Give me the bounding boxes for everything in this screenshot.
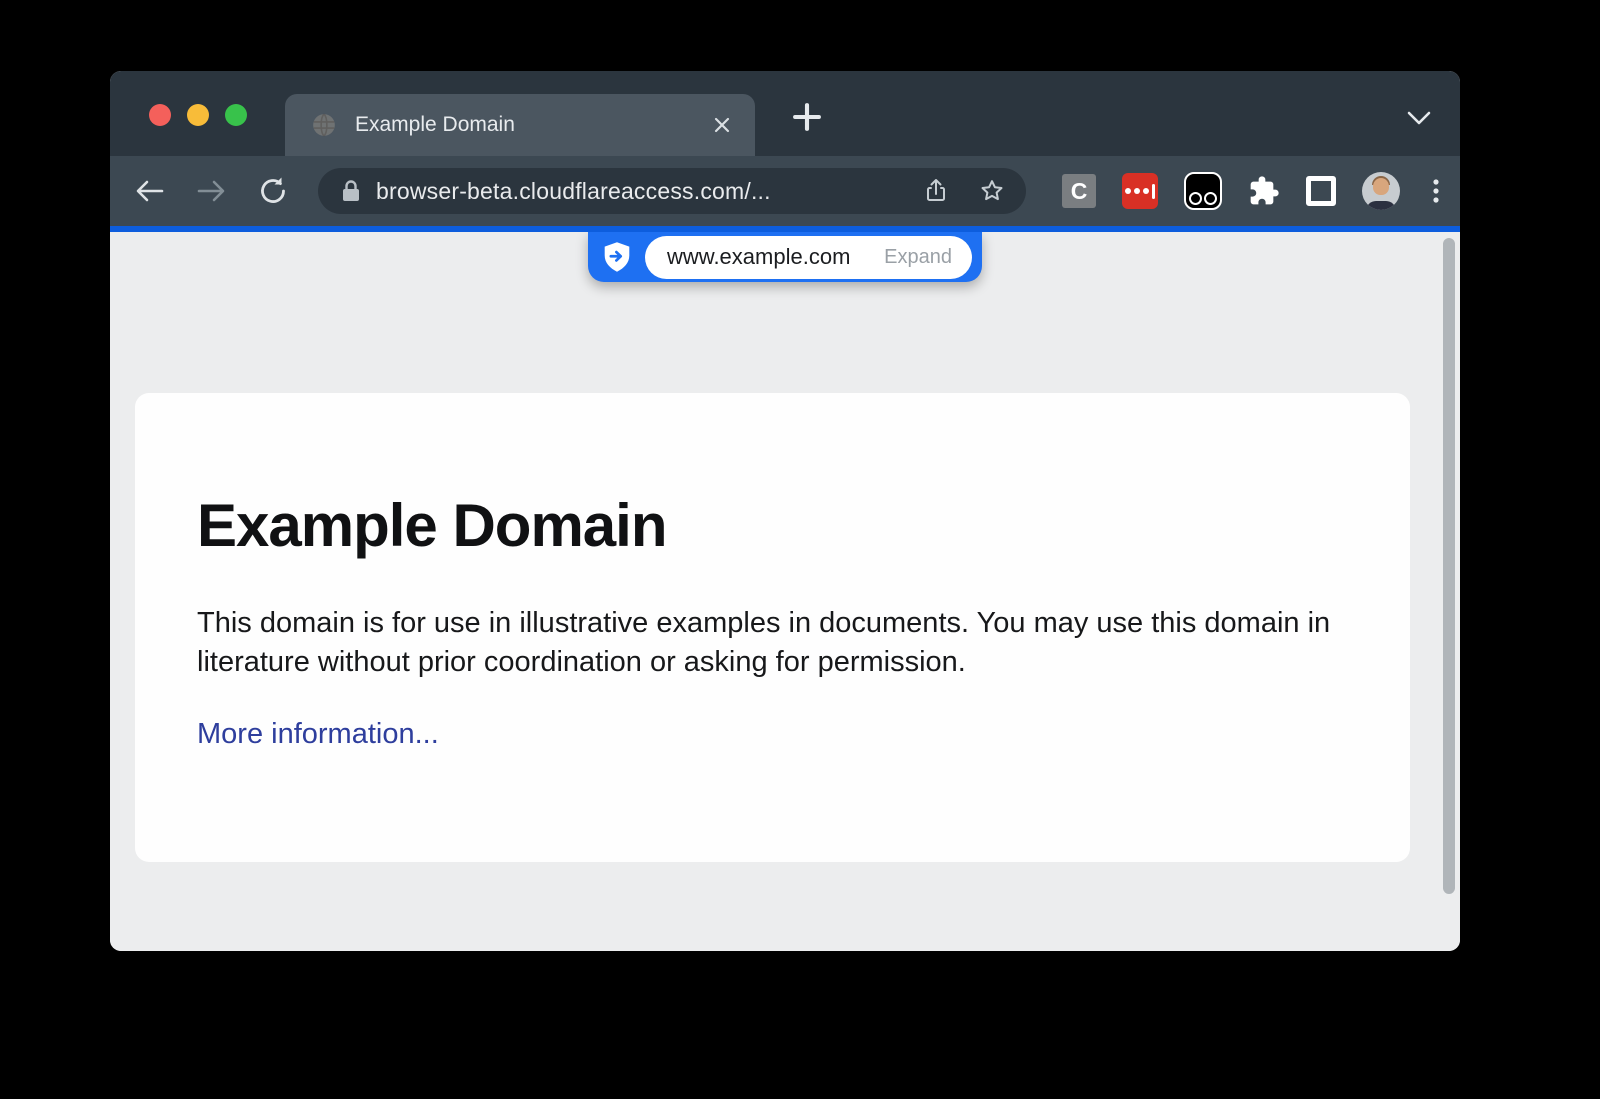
- isolation-pill[interactable]: www.example.com Expand: [588, 232, 982, 282]
- zoom-window-button[interactable]: [225, 104, 247, 126]
- expand-button[interactable]: Expand: [884, 246, 952, 269]
- extension-c-icon[interactable]: C: [1062, 174, 1096, 208]
- address-bar[interactable]: browser-beta.cloudflareaccess.com/...: [318, 168, 1026, 214]
- page-heading: Example Domain: [197, 491, 1410, 560]
- minimize-window-button[interactable]: [187, 104, 209, 126]
- profile-avatar[interactable]: [1362, 172, 1400, 210]
- lock-icon: [340, 179, 362, 203]
- tab-title: Example Domain: [355, 113, 709, 137]
- content-card: Example Domain This domain is for use in…: [135, 393, 1410, 862]
- page-paragraph: This domain is for use in illustrative e…: [197, 604, 1347, 682]
- window-controls: [149, 104, 247, 126]
- browser-toolbar: browser-beta.cloudflareaccess.com/... C: [110, 156, 1460, 226]
- isolation-host: www.example.com: [667, 244, 850, 270]
- isolation-host-pill[interactable]: www.example.com Expand: [645, 236, 972, 279]
- camera-lens-extension-icon[interactable]: [1184, 172, 1222, 210]
- extensions-puzzle-icon[interactable]: [1248, 175, 1280, 207]
- shield-arrow-icon: [602, 241, 632, 273]
- tab-close-icon[interactable]: [709, 112, 735, 138]
- more-information-link[interactable]: More information...: [197, 718, 439, 751]
- url-text[interactable]: browser-beta.cloudflareaccess.com/...: [376, 178, 922, 205]
- tab-example-domain[interactable]: Example Domain: [285, 94, 755, 156]
- page-viewport: www.example.com Expand Example Domain Th…: [110, 232, 1460, 951]
- side-panel-icon[interactable]: [1306, 176, 1336, 206]
- menu-kebab-icon[interactable]: [1426, 176, 1446, 206]
- back-button[interactable]: [132, 173, 168, 209]
- browser-window: Example Domain: [110, 71, 1460, 951]
- bookmark-star-icon[interactable]: [978, 177, 1006, 205]
- reload-button[interactable]: [255, 173, 291, 209]
- lastpass-extension-icon[interactable]: [1122, 173, 1158, 209]
- close-window-button[interactable]: [149, 104, 171, 126]
- extensions-row: C: [1062, 156, 1446, 226]
- share-icon[interactable]: [922, 177, 950, 205]
- globe-favicon-icon: [311, 112, 337, 138]
- forward-button[interactable]: [193, 173, 229, 209]
- tab-search-chevron-icon[interactable]: [1404, 107, 1434, 129]
- tab-strip: Example Domain: [110, 71, 1460, 156]
- new-tab-button[interactable]: [788, 98, 826, 136]
- scrollbar-thumb[interactable]: [1443, 238, 1455, 894]
